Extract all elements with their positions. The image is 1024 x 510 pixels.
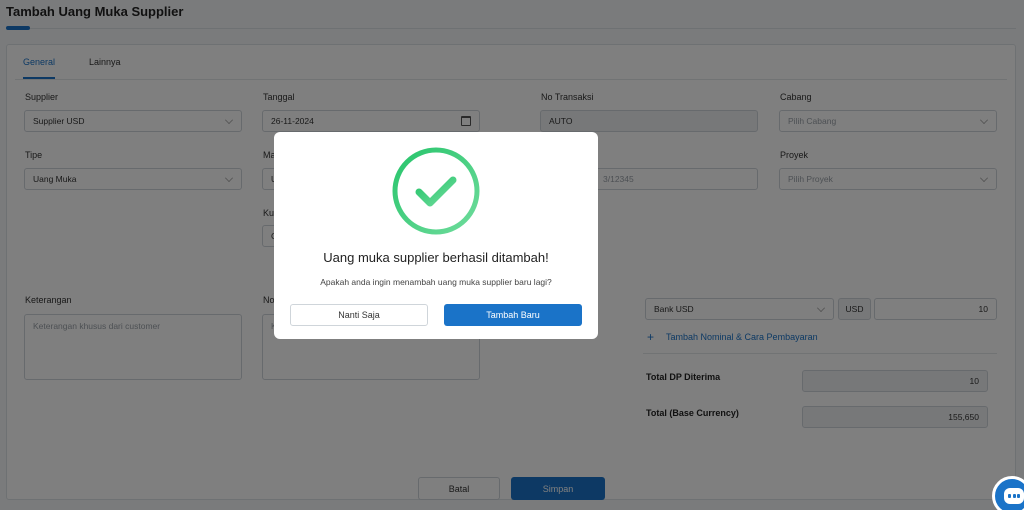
chat-icon	[1004, 488, 1024, 504]
success-check-icon	[392, 147, 480, 235]
chat-widget-button[interactable]	[992, 476, 1024, 510]
tambah-baru-button[interactable]: Tambah Baru	[444, 304, 582, 326]
success-dialog: Uang muka supplier berhasil ditambah! Ap…	[274, 132, 598, 339]
nanti-saja-button[interactable]: Nanti Saja	[290, 304, 428, 326]
dialog-title: Uang muka supplier berhasil ditambah!	[323, 250, 549, 265]
dialog-message: Apakah anda ingin menambah uang muka sup…	[320, 277, 552, 287]
